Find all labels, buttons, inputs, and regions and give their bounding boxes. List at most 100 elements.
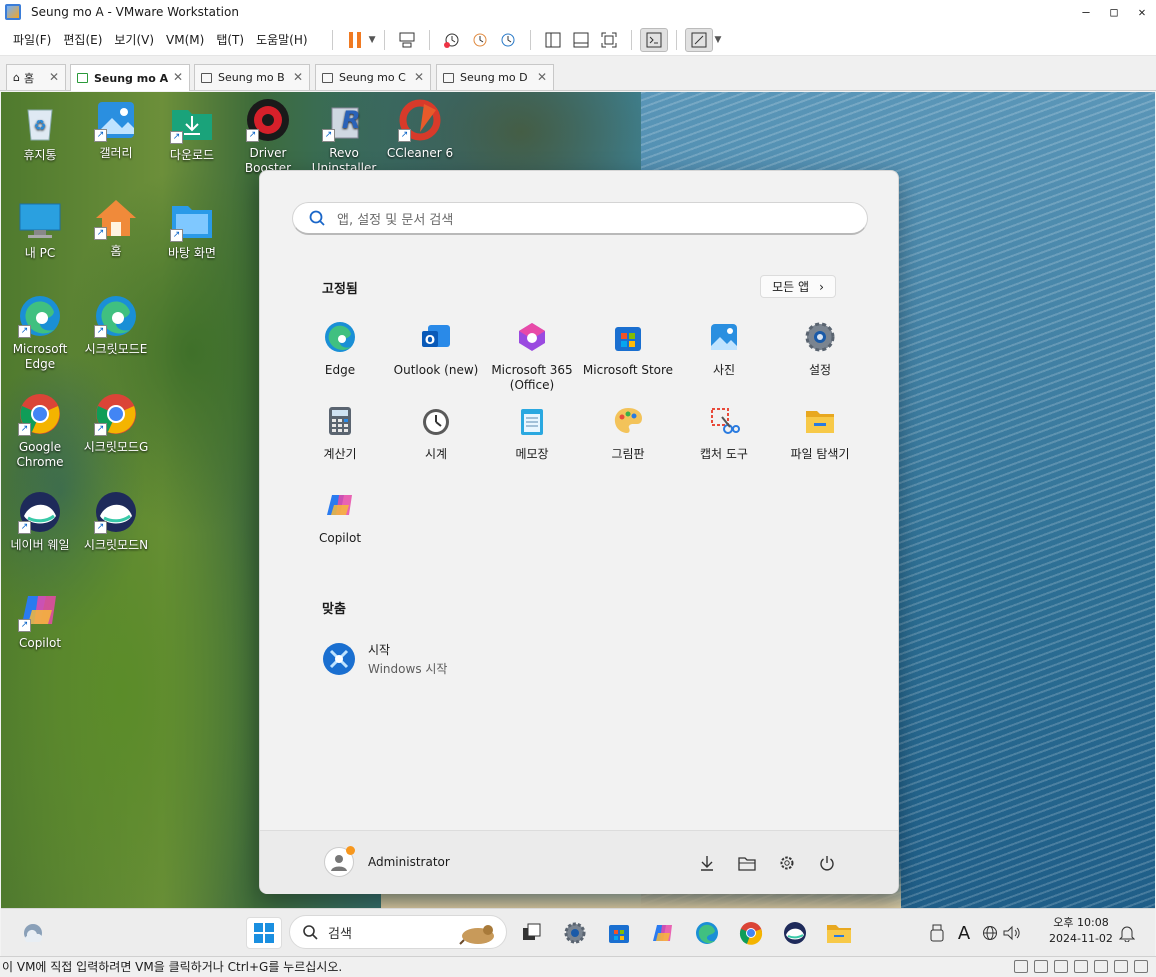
user-account-button[interactable]: Administrator <box>324 846 450 877</box>
pinned-app-notepad[interactable]: 메모장 <box>484 405 580 489</box>
gallery-icon: ↗ <box>94 98 138 142</box>
desktop-icon-edge-private[interactable]: ↗ 시크릿모드E <box>78 294 154 357</box>
pinned-app-paint[interactable]: 그림판 <box>580 405 676 489</box>
pinned-app-label: 설정 <box>808 363 832 377</box>
snapshot-icon[interactable] <box>438 28 466 52</box>
desktop-icon-downloads[interactable]: ↗ 다운로드 <box>154 100 230 163</box>
stretch-dropdown-icon[interactable]: ▼ <box>715 35 722 45</box>
desktop-icon-gallery[interactable]: ↗ 갤러리 <box>78 98 154 161</box>
tab-seung-mo-b[interactable]: Seung mo B ✕ <box>194 64 310 90</box>
pinned-app-microsoft-365[interactable]: Microsoft 365 (Office) <box>484 321 580 405</box>
network-globe-icon[interactable] <box>979 917 1001 949</box>
settings-gear-icon[interactable] <box>557 917 593 949</box>
whale-icon[interactable] <box>777 917 813 949</box>
file-explorer-icon[interactable] <box>821 917 857 949</box>
ime-indicator[interactable]: A <box>949 917 979 949</box>
menu-tabs[interactable]: 탭(T) <box>210 31 250 48</box>
menu-vm[interactable]: VM(M) <box>160 33 210 47</box>
full-screen-icon[interactable] <box>595 28 623 52</box>
taskbar-search-input[interactable]: 검색 <box>289 915 507 949</box>
desktop-icon-ccleaner[interactable]: ↗ CCleaner 6 <box>382 98 458 161</box>
all-apps-button[interactable]: 모든 앱 › <box>760 275 836 298</box>
tab-seung-mo-d[interactable]: Seung mo D ✕ <box>436 64 554 90</box>
file-explorer-icon[interactable] <box>736 852 758 874</box>
recycle-bin-icon: ♻ <box>18 100 62 144</box>
desktop-icon-google-chrome[interactable]: ↗ Google Chrome <box>2 392 78 470</box>
recommended-item-get-started[interactable]: 시작 Windows 시작 <box>322 641 447 677</box>
menu-edit[interactable]: 편집(E) <box>57 31 108 48</box>
snapshot-manager-icon[interactable] <box>494 28 522 52</box>
minimize-button[interactable]: – <box>1072 0 1100 24</box>
menu-file[interactable]: 파일(F) <box>7 31 57 48</box>
close-icon[interactable]: ✕ <box>173 70 183 84</box>
store-icon[interactable] <box>601 917 637 949</box>
pinned-app-edge[interactable]: Edge <box>292 321 388 405</box>
desktop-icon-home[interactable]: ↗ 홈 <box>78 196 154 259</box>
copilot-icon[interactable] <box>645 917 681 949</box>
pinned-app-settings[interactable]: 설정 <box>772 321 868 405</box>
usb-device-icon[interactable] <box>925 917 949 949</box>
edge-icon[interactable] <box>689 917 725 949</box>
downloads-icon[interactable] <box>696 852 718 874</box>
desktop-icon-recycle-bin[interactable]: ♻ 휴지통 <box>2 100 78 163</box>
network-adapter-icon[interactable] <box>1054 960 1068 973</box>
pinned-app-microsoft-store[interactable]: Microsoft Store <box>580 321 676 405</box>
chrome-icon[interactable] <box>733 917 769 949</box>
pinned-app-file-explorer[interactable]: 파일 탐색기 <box>772 405 868 489</box>
desktop-icon-this-pc[interactable]: 내 PC <box>2 198 78 261</box>
pinned-app-photos[interactable]: 사진 <box>676 321 772 405</box>
pinned-app-label: Outlook (new) <box>393 363 479 377</box>
tab-seung-mo-a[interactable]: Seung mo A ✕ <box>70 64 190 91</box>
pinned-app-label: 메모장 <box>515 447 549 461</box>
send-ctrl-alt-del-icon[interactable] <box>393 28 421 52</box>
close-icon[interactable]: ✕ <box>414 70 424 84</box>
console-view-icon[interactable] <box>639 27 668 52</box>
usb-controller-icon[interactable] <box>1074 960 1088 973</box>
menu-help[interactable]: 도움말(H) <box>250 31 314 48</box>
volume-icon[interactable] <box>1001 917 1023 949</box>
taskbar-clock[interactable]: 오후 10:08 2024-11-02 <box>1049 915 1113 947</box>
pinned-apps-grid: Edge O Outlook (new) Microsoft 365 (Offi… <box>292 321 868 573</box>
library-view-icon[interactable] <box>539 28 567 52</box>
start-search-input[interactable]: 앱, 설정 및 문서 검색 <box>292 202 868 235</box>
desktop-icon-revo-uninstaller[interactable]: R ↗ Revo Uninstaller <box>306 98 382 178</box>
display-icon[interactable] <box>1114 960 1128 973</box>
desktop-icon-whale-private[interactable]: ↗ 시크릿모드N <box>78 490 154 553</box>
pinned-app-snipping-tool[interactable]: 캡처 도구 <box>676 405 772 489</box>
power-dropdown-icon[interactable]: ▼ <box>369 35 376 45</box>
settings-icon[interactable] <box>776 852 798 874</box>
menu-view[interactable]: 보기(V) <box>108 31 160 48</box>
pinned-app-outlook[interactable]: O Outlook (new) <box>388 321 484 405</box>
hard-disk-icon[interactable] <box>1014 960 1028 973</box>
revert-snapshot-icon[interactable] <box>466 28 494 52</box>
tab-seung-mo-c[interactable]: Seung mo C ✕ <box>315 64 431 90</box>
close-icon[interactable]: ✕ <box>293 70 303 84</box>
desktop-icon-microsoft-edge[interactable]: ↗ Microsoft Edge <box>2 294 78 372</box>
close-icon[interactable]: ✕ <box>537 70 547 84</box>
close-icon[interactable]: ✕ <box>49 70 59 84</box>
message-log-icon[interactable] <box>1134 960 1148 973</box>
desktop-icon-chrome-private[interactable]: ↗ 시크릿모드G <box>78 392 154 455</box>
close-window-button[interactable]: ✕ <box>1128 0 1156 24</box>
stretch-guest-icon[interactable] <box>684 27 713 52</box>
thumbnail-view-icon[interactable] <box>567 28 595 52</box>
cd-dvd-icon[interactable] <box>1034 960 1048 973</box>
tab-home[interactable]: ⌂ 홈 ✕ <box>6 64 66 90</box>
vm-console[interactable]: ♻ 휴지통 ↗ 갤러리 ↗ 다운로드 ↗ Driver Booster R ↗ … <box>1 92 1155 908</box>
pinned-app-copilot[interactable]: Copilot <box>292 489 388 573</box>
pinned-app-calculator[interactable]: 계산기 <box>292 405 388 489</box>
power-icon[interactable] <box>816 852 838 874</box>
weather-widget-icon[interactable] <box>15 917 51 949</box>
maximize-button[interactable]: □ <box>1100 0 1128 24</box>
desktop-icon-driver-booster[interactable]: ↗ Driver Booster <box>230 98 306 178</box>
desktop-icon-desktop-folder[interactable]: ↗ 바탕 화면 <box>154 198 230 261</box>
pinned-app-clock[interactable]: 시계 <box>388 405 484 489</box>
desktop-icon-copilot[interactable]: ↗ Copilot <box>2 588 78 651</box>
pause-icon[interactable] <box>341 28 369 52</box>
pinned-app-label: 그림판 <box>611 447 645 461</box>
notification-bell-icon[interactable] <box>1113 917 1141 949</box>
task-view-icon[interactable] <box>513 917 549 949</box>
sound-card-icon[interactable] <box>1094 960 1108 973</box>
desktop-icon-naver-whale[interactable]: ↗ 네이버 웨일 <box>2 490 78 553</box>
start-button[interactable] <box>246 917 282 949</box>
